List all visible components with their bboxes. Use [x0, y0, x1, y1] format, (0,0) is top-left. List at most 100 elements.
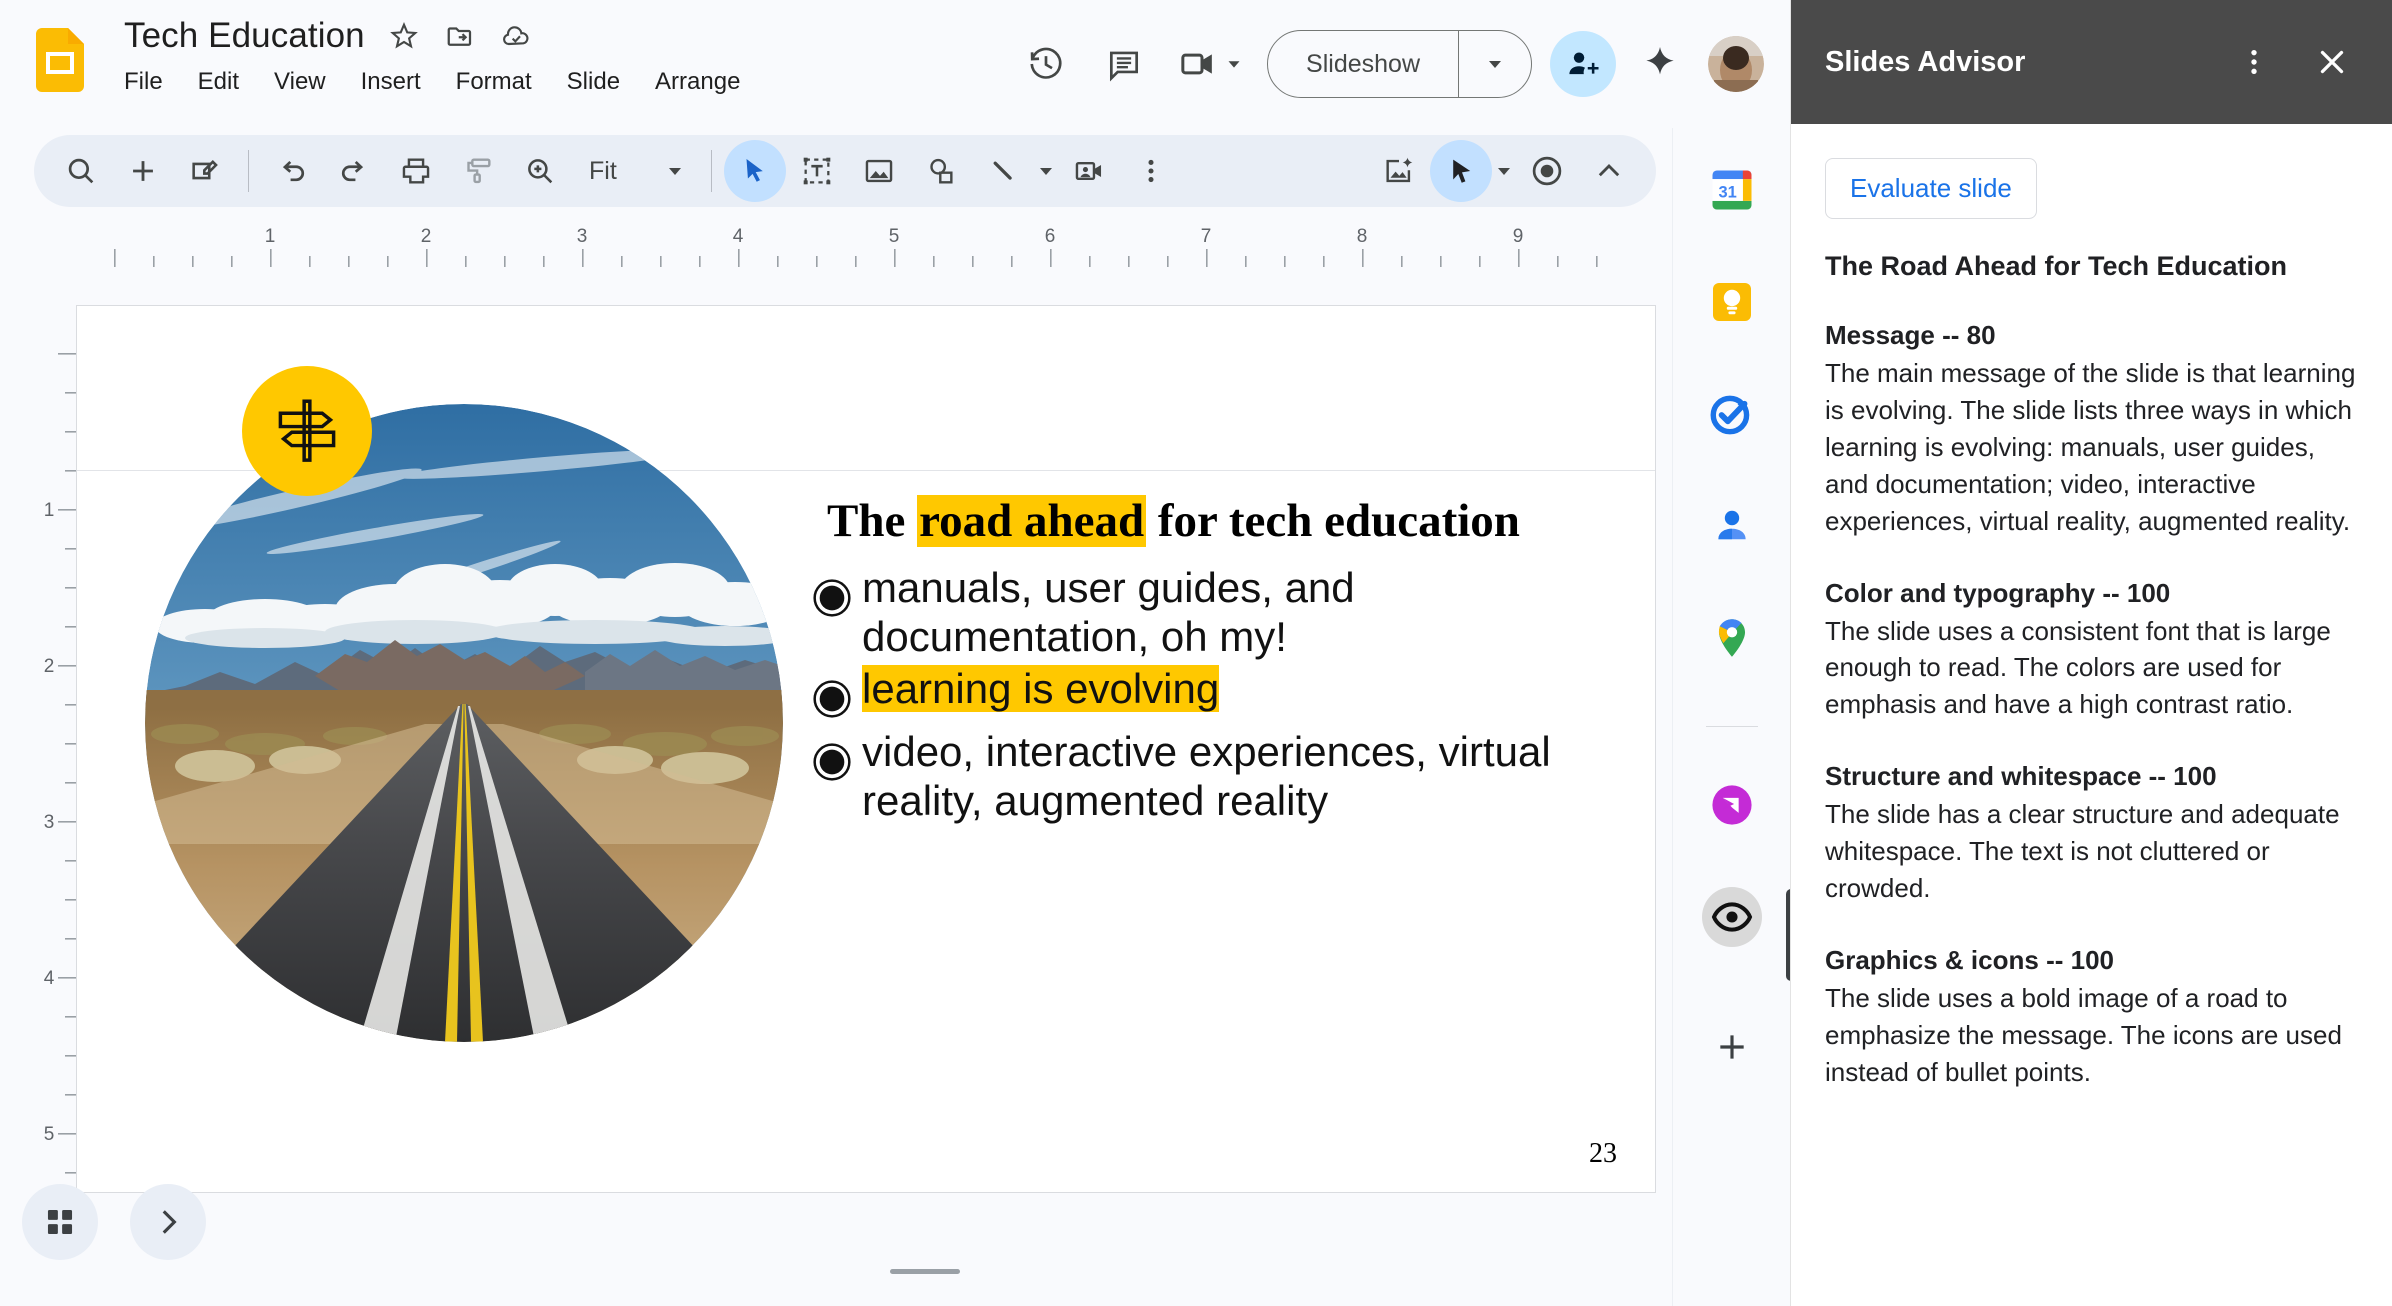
- text-box-tool[interactable]: [786, 140, 848, 202]
- sidebar-item-maps[interactable]: [1702, 608, 1762, 668]
- new-slide-icon[interactable]: [112, 140, 174, 202]
- sidebar-item-slides-advisor[interactable]: [1701, 887, 1796, 981]
- laser-pointer-tool[interactable]: [1430, 140, 1492, 202]
- signpost-icon[interactable]: [242, 366, 372, 496]
- bullet-text: manuals, user guides, and documentation,…: [862, 564, 1355, 660]
- advisor-panel-header: Slides Advisor: [1791, 0, 2392, 124]
- bullet-circle-icon: [812, 665, 862, 724]
- slide-title-part2: for tech education: [1146, 495, 1520, 547]
- svg-text:4: 4: [44, 968, 55, 989]
- chevron-down-icon: [668, 168, 681, 175]
- chevron-right-icon[interactable]: [130, 1184, 206, 1260]
- slide-editing-surface[interactable]: The road ahead for tech education manual…: [76, 305, 1656, 1193]
- divider: [248, 150, 249, 192]
- svg-text:8: 8: [1357, 226, 1368, 247]
- line-tool[interactable]: [972, 140, 1034, 202]
- ai-image-icon[interactable]: [1368, 140, 1430, 202]
- chevron-down-icon: [1228, 61, 1240, 68]
- slide-title[interactable]: The road ahead for tech education: [827, 494, 1520, 548]
- divider: [1705, 726, 1758, 727]
- undo-icon[interactable]: [261, 140, 323, 202]
- vertical-ruler: 1 2 3 4 5: [34, 267, 76, 1207]
- slideshow-options-chevron-down-icon[interactable]: [1459, 31, 1531, 97]
- google-apps-side-rail: 31: [1672, 128, 1796, 1306]
- list-item: learning is evolving: [812, 665, 1552, 724]
- header-right-actions: Slideshow: [1007, 0, 1790, 128]
- bullet-text: video, interactive experiences, virtual …: [862, 728, 1551, 825]
- sidebar-item-keep[interactable]: [1702, 272, 1762, 332]
- menu-edit[interactable]: Edit: [198, 68, 239, 96]
- slideshow-button[interactable]: Slideshow: [1268, 31, 1458, 97]
- bottom-bar: [0, 1246, 1790, 1306]
- laser-pointer-chevron-down-icon[interactable]: [1492, 159, 1516, 183]
- version-history-icon[interactable]: [1007, 25, 1085, 103]
- svg-text:5: 5: [889, 226, 900, 247]
- print-icon[interactable]: [385, 140, 447, 202]
- avatar[interactable]: [1708, 36, 1764, 92]
- menu-arrange[interactable]: Arrange: [655, 68, 740, 96]
- add-apps-icon[interactable]: [1702, 1017, 1762, 1077]
- app-header: Tech Education File Edit View Insert For…: [0, 0, 1790, 128]
- share-person-add-icon[interactable]: [1550, 31, 1616, 97]
- slides-advisor-panel: Slides Advisor Evaluate slide The Road A…: [1790, 0, 2392, 1306]
- horizontal-ruler: 1 2 3 4 5 6 7 8 9: [34, 225, 1654, 267]
- more-options-icon[interactable]: [1120, 140, 1182, 202]
- evaluate-slide-button[interactable]: Evaluate slide: [1825, 158, 2037, 219]
- advisor-section-message: Message -- 80 The main message of the sl…: [1825, 320, 2358, 540]
- gemini-sparkle-icon[interactable]: [1630, 34, 1690, 94]
- comment-icon[interactable]: [1085, 25, 1163, 103]
- line-tool-chevron-down-icon[interactable]: [1034, 159, 1058, 183]
- zoom-level-select[interactable]: Fit: [571, 157, 699, 186]
- advisor-section-body: The slide uses a consistent font that is…: [1825, 615, 2331, 720]
- page-title[interactable]: Tech Education: [124, 16, 365, 56]
- zoom-icon[interactable]: [509, 140, 571, 202]
- speaker-notes-handle[interactable]: [890, 1269, 960, 1274]
- grid-view-icon[interactable]: [22, 1184, 98, 1260]
- menu-insert[interactable]: Insert: [361, 68, 421, 96]
- svg-text:1: 1: [44, 500, 55, 521]
- sidebar-item-contacts[interactable]: [1702, 496, 1762, 556]
- menu-bar: File Edit View Insert Format Slide Arran…: [124, 68, 740, 96]
- menu-view[interactable]: View: [274, 68, 326, 96]
- select-tool[interactable]: [723, 140, 786, 202]
- collapse-toolbar-icon[interactable]: [1578, 140, 1640, 202]
- slide-body-bullets[interactable]: manuals, user guides, and documentation,…: [812, 564, 1552, 830]
- menu-file[interactable]: File: [124, 68, 163, 96]
- list-item: manuals, user guides, and documentation,…: [812, 564, 1552, 661]
- menu-format[interactable]: Format: [456, 68, 532, 96]
- slide-title-highlight: road ahead: [917, 495, 1147, 547]
- advisor-section-body: The slide has a clear structure and adeq…: [1825, 799, 2340, 904]
- advisor-panel-body: Evaluate slide The Road Ahead for Tech E…: [1791, 124, 2392, 1091]
- cloud-saved-icon[interactable]: [499, 19, 533, 53]
- divider: [710, 150, 712, 192]
- shape-tool[interactable]: [910, 140, 972, 202]
- advisor-section-color-typography: Color and typography -- 100 The slide us…: [1825, 578, 2358, 724]
- new-slide-layout-icon[interactable]: [174, 140, 236, 202]
- meet-video-icon[interactable]: [1163, 25, 1253, 103]
- slide-number: 23: [1589, 1138, 1617, 1169]
- svg-text:4: 4: [733, 226, 744, 247]
- bullet-circle-icon: [812, 564, 862, 623]
- svg-text:2: 2: [44, 656, 55, 677]
- sidebar-item-tasks[interactable]: [1702, 384, 1762, 444]
- sidebar-item-purple-app[interactable]: [1702, 775, 1762, 835]
- slideshow-button-group[interactable]: Slideshow: [1267, 30, 1532, 98]
- svg-text:3: 3: [44, 812, 55, 833]
- menu-slide[interactable]: Slide: [567, 68, 620, 96]
- advisor-section-heading: Message -- 80: [1825, 320, 1996, 350]
- close-icon[interactable]: [2306, 36, 2358, 88]
- record-icon[interactable]: [1516, 140, 1578, 202]
- svg-text:7: 7: [1201, 226, 1212, 247]
- advisor-section-body: The main message of the slide is that le…: [1825, 358, 2356, 536]
- desert-road-image[interactable]: [145, 404, 783, 1042]
- more-vert-icon[interactable]: [2228, 36, 2280, 88]
- paint-format-icon[interactable]: [447, 140, 509, 202]
- redo-icon[interactable]: [323, 140, 385, 202]
- video-insert-icon[interactable]: [1058, 140, 1120, 202]
- search-icon[interactable]: [50, 140, 112, 202]
- image-tool[interactable]: [848, 140, 910, 202]
- slide-title-part1: The: [827, 495, 918, 547]
- move-to-folder-icon[interactable]: [443, 19, 477, 53]
- star-icon[interactable]: [387, 19, 421, 53]
- sidebar-item-calendar[interactable]: 31: [1702, 160, 1762, 220]
